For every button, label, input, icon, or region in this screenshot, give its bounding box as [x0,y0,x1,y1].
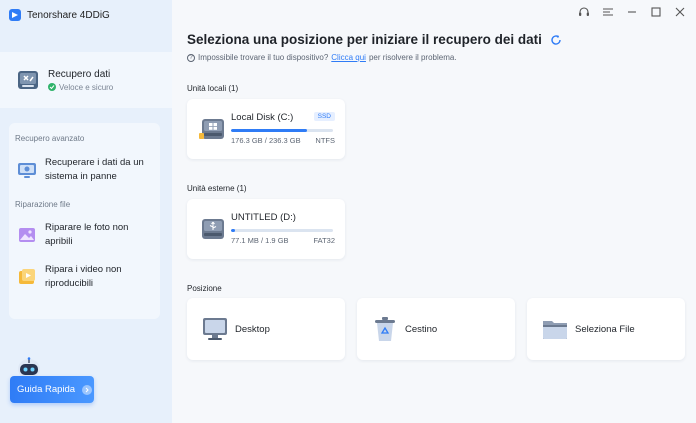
external-drives-label: Unità esterne (1) [187,184,247,193]
folder-icon [543,321,567,339]
refresh-icon[interactable] [550,34,562,46]
help-link[interactable]: Clicca qui [331,53,366,62]
location-label: Desktop [235,323,270,335]
shield-check-icon [48,83,56,91]
crashed-system-recovery-item[interactable]: Recuperare i dati da un sistema in panne [17,156,157,184]
minimize-icon[interactable] [626,6,638,18]
app-logo-icon [9,9,21,21]
page-title-text: Seleziona una posizione per iniziare il … [187,32,542,47]
drive-filesystem: NTFS [315,136,335,145]
drive-card-external-d[interactable]: UNTITLED (D:) 77.1 MB / 1.9 GB FAT32 [187,199,345,259]
question-icon: ? [187,53,195,62]
app-brand: Tenorshare 4DDiG [8,5,110,25]
photo-repair-label: Riparare le foto non apribili [45,222,129,247]
app-title: Tenorshare 4DDiG [27,9,110,21]
location-select-file[interactable]: Seleziona File [527,298,685,360]
advanced-recovery-heading: Recupero avanzato [15,134,85,143]
chevron-right-icon [82,384,93,395]
drive-filesystem: FAT32 [313,236,335,245]
location-desktop[interactable]: Desktop [187,298,345,360]
data-recovery-icon [16,68,40,92]
photo-repair-item[interactable]: Riparare le foto non apribili [17,221,157,249]
photo-repair-icon [19,228,35,242]
sidebar-item-subtext: Veloce e sicuro [59,82,114,92]
drive-card-local-c[interactable]: Local Disk (C:) SSD 176.3 GB / 236.3 GB … [187,99,345,159]
location-label: Cestino [405,323,438,335]
video-repair-item[interactable]: Ripara i video non riproducibili [17,263,157,291]
location-recycle-bin[interactable]: Cestino [357,298,515,360]
drive-usage-fill [231,229,236,232]
window-controls [578,6,686,18]
crashed-computer-icon [18,163,36,178]
sidebar-item-data-recovery[interactable]: Recupero dati Veloce e sicuro [0,52,172,108]
local-drives-label: Unità locali (1) [187,84,239,93]
help-line: ? Impossibile trovare il tuo dispositivo… [187,53,457,62]
drive-name: UNTITLED (D:) [231,212,296,223]
file-repair-heading: Riparazione file [15,200,71,209]
location-label: Seleziona File [575,323,635,335]
help-prefix: Impossibile trovare il tuo dispositivo? [198,53,329,62]
sidebar: Tenorshare 4DDiG Recupero dati Veloce e … [0,0,172,423]
maximize-icon[interactable] [650,6,662,18]
recycle-bin-icon [375,317,395,341]
video-repair-icon [19,269,35,284]
sidebar-item-label: Recupero dati [48,68,111,80]
headset-support-icon[interactable] [578,6,590,18]
usb-drive-icon [202,219,224,239]
sidebar-item-sublabel: Veloce e sicuro [48,83,113,92]
menu-icon[interactable] [602,6,614,18]
video-repair-label: Ripara i video non riproducibili [45,264,122,289]
quick-guide-button[interactable]: Guida Rapida [10,376,94,403]
help-suffix: per risolvere il problema. [368,53,457,62]
close-icon[interactable] [674,6,686,18]
advanced-tools-panel: Recupero avanzato Recuperare i dati da u… [9,123,160,319]
position-label: Posizione [187,284,222,293]
windows-drive-icon [199,119,224,139]
drive-size: 176.3 GB / 236.3 GB [231,136,301,145]
crashed-system-recovery-label: Recuperare i dati da un sistema in panne [45,157,144,182]
quick-guide-label: Guida Rapida [17,384,76,395]
drive-usage-bar [231,229,333,232]
desktop-icon [203,318,227,340]
ssd-badge: SSD [313,112,335,121]
drive-usage-bar [231,129,333,132]
drive-name: Local Disk (C:) [231,112,294,123]
drive-size: 77.1 MB / 1.9 GB [231,236,289,245]
page-title: Seleziona una posizione per iniziare il … [187,32,562,47]
drive-usage-fill [231,129,308,132]
